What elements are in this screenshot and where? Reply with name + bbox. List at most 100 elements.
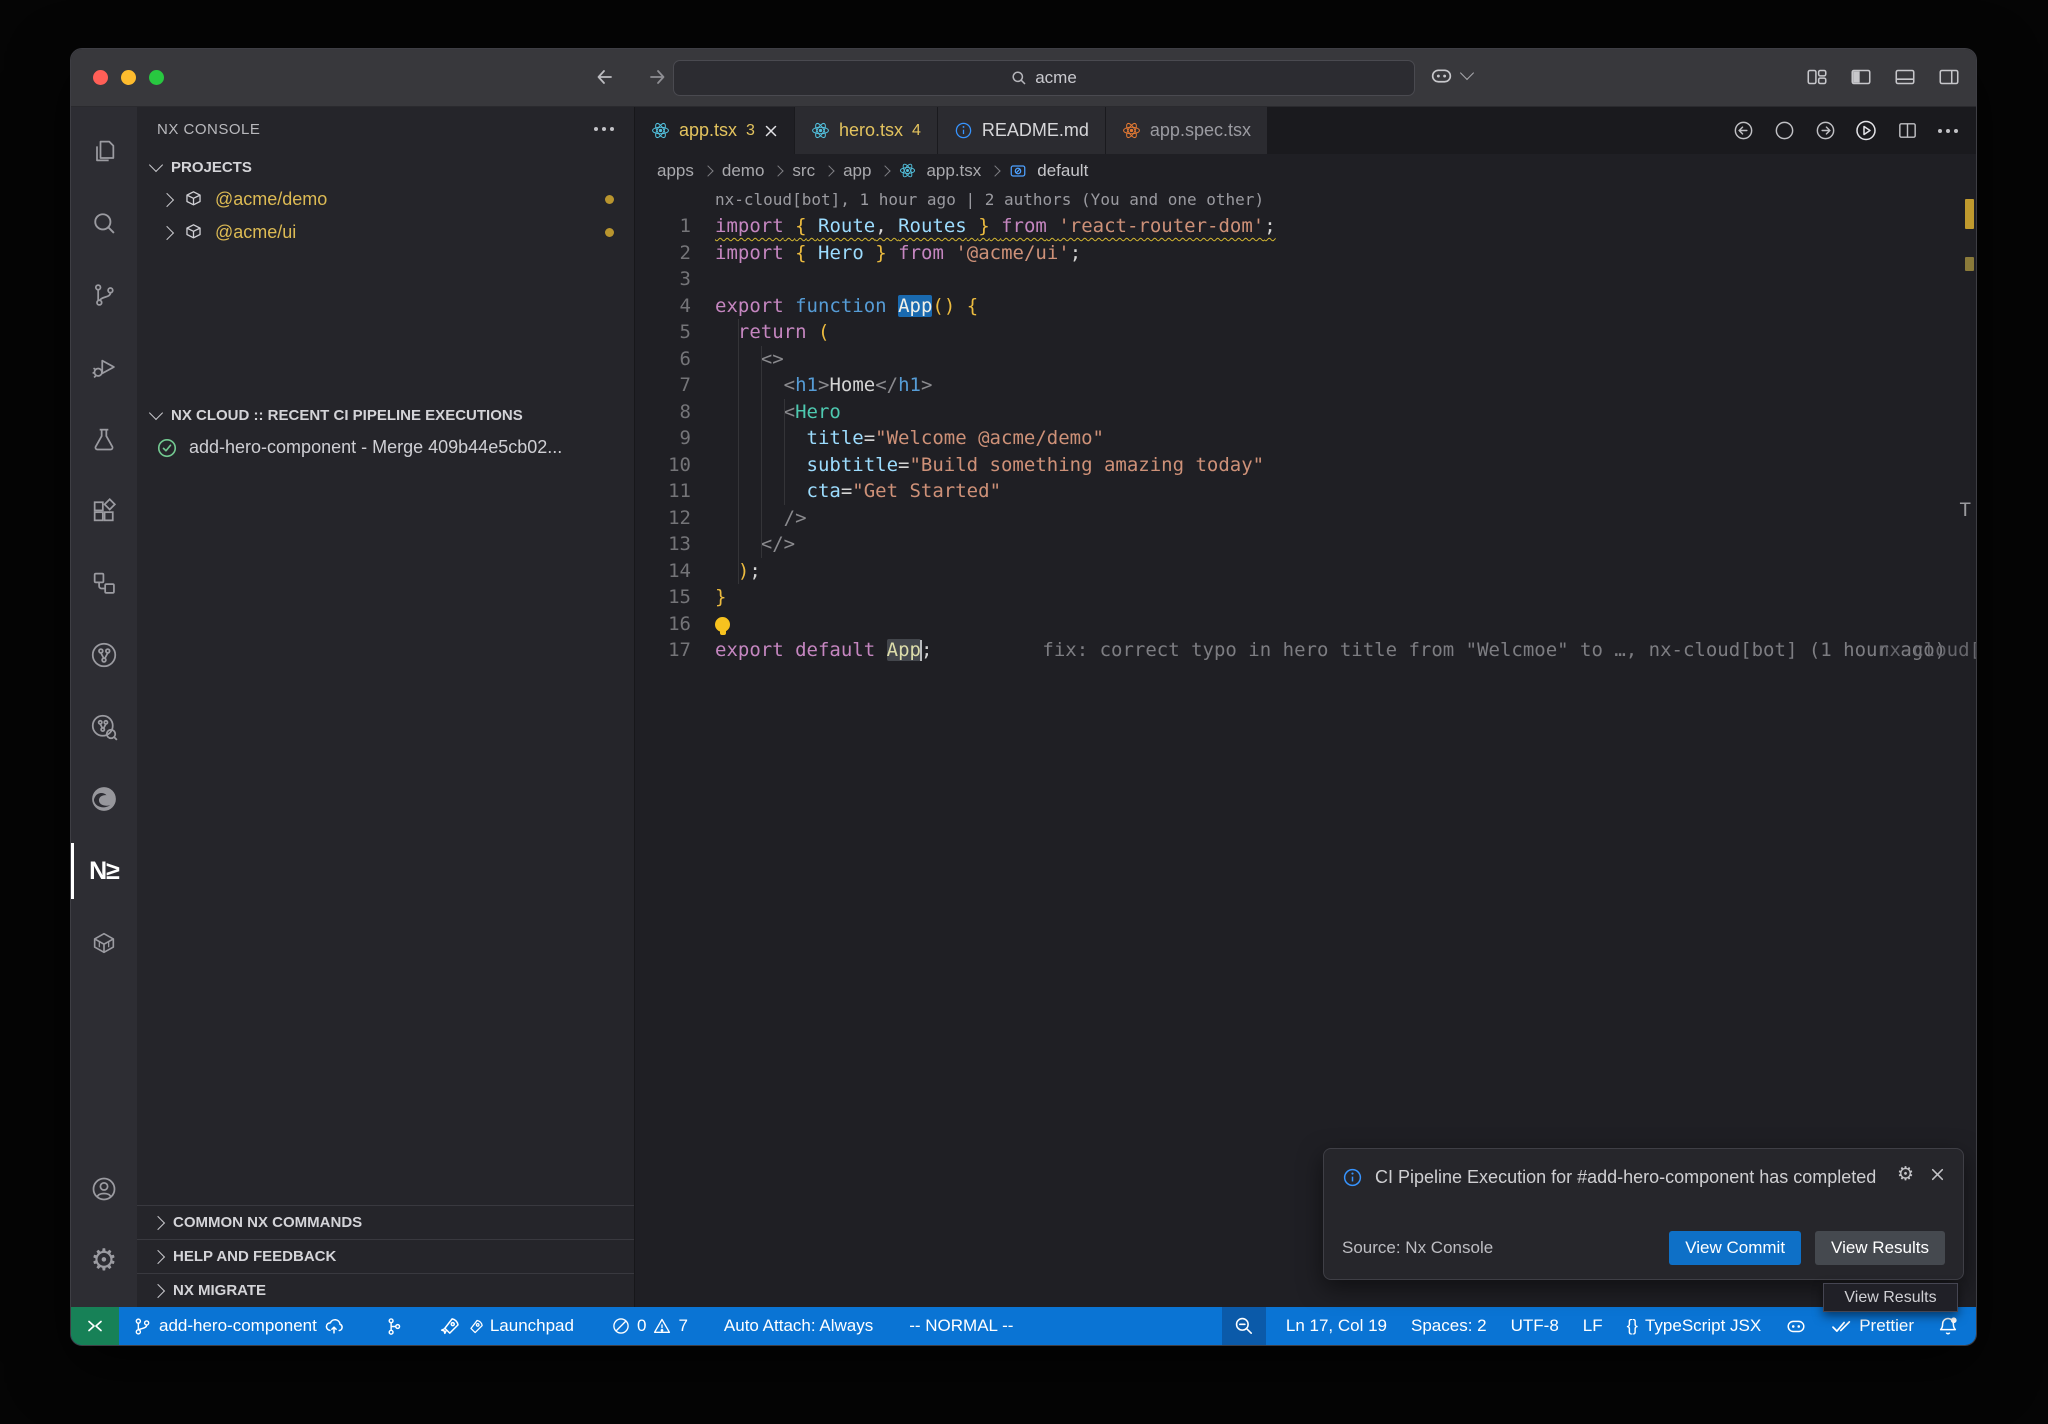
extensions-view-button[interactable] <box>71 475 137 547</box>
go-forward-button[interactable] <box>643 63 671 91</box>
quick-fix-lightbulb-icon[interactable] <box>715 617 730 632</box>
testing-view-button[interactable] <box>71 403 137 475</box>
section-projects[interactable]: PROJECTS <box>137 151 634 183</box>
view-results-button[interactable]: View Results <box>1815 1231 1945 1265</box>
code-line[interactable]: 15} <box>635 584 1976 611</box>
open-previous-change-button[interactable] <box>1731 119 1755 143</box>
containers-view-button[interactable] <box>71 907 137 979</box>
code-line[interactable]: 2import { Hero } from '@acme/ui'; <box>635 240 1976 267</box>
notifications-status-item[interactable] <box>1934 1307 1962 1345</box>
more-actions-button[interactable] <box>1936 119 1960 143</box>
code-line[interactable]: 14 ); <box>635 558 1976 585</box>
code-line[interactable]: 9 title="Welcome @acme/demo" <box>635 425 1976 452</box>
code-editor[interactable]: nx-cloud[bot], 1 hour ago | 2 authors (Y… <box>635 187 1976 1307</box>
run-debug-view-button[interactable] <box>71 331 137 403</box>
close-icon[interactable] <box>764 124 778 138</box>
view-commit-button[interactable]: View Commit <box>1669 1231 1801 1265</box>
cursor-position-status-item[interactable]: Ln 17, Col 19 <box>1282 1307 1391 1345</box>
code-line[interactable]: 16 <box>635 611 1976 638</box>
section-nx-migrate[interactable]: NX MIGRATE <box>137 1273 634 1307</box>
command-center-search[interactable]: acme <box>673 60 1415 96</box>
remote-indicator[interactable] <box>71 1307 119 1345</box>
pipeline-execution-item[interactable]: add-hero-component - Merge 409b44e5cb02.… <box>137 431 634 464</box>
chevron-down-icon <box>149 157 163 171</box>
code-line[interactable]: 3 <box>635 266 1976 293</box>
code-line[interactable]: 1import { Route, Routes } from 'react-ro… <box>635 213 1976 240</box>
toggle-panel-button[interactable] <box>1892 64 1918 90</box>
commit-search-view-button[interactable] <box>71 691 137 763</box>
section-common-nx-commands[interactable]: COMMON NX COMMANDS <box>137 1205 634 1239</box>
zoom-status-item[interactable] <box>1222 1307 1266 1345</box>
split-editor-button[interactable] <box>1895 119 1919 143</box>
copilot-status-item[interactable] <box>1781 1307 1811 1345</box>
customize-layout-button[interactable] <box>1804 64 1830 90</box>
nx-console-view-button[interactable]: N≥ <box>71 835 137 907</box>
code-line[interactable]: 11 cta="Get Started" <box>635 478 1976 505</box>
code-line[interactable]: 7 <h1>Home</h1> <box>635 372 1976 399</box>
edge-browser-view-button[interactable] <box>71 763 137 835</box>
code-token: App <box>887 639 921 661</box>
breadcrumb-item[interactable]: apps <box>657 161 694 181</box>
tab-readme-md[interactable]: README.md <box>938 107 1106 154</box>
more-actions-icon[interactable] <box>594 127 614 131</box>
notification-settings-button[interactable]: ⚙ <box>1897 1165 1914 1184</box>
line-number: 2 <box>635 240 691 267</box>
breadcrumb-item[interactable]: app.tsx <box>926 161 981 181</box>
encoding-status-item[interactable]: UTF-8 <box>1507 1307 1563 1345</box>
check-circle-icon <box>157 438 177 458</box>
problems-status-item[interactable]: 0 7 <box>608 1307 692 1345</box>
minimize-window-button[interactable] <box>121 70 136 85</box>
code-line[interactable]: 6 <> <box>635 346 1976 373</box>
project-item-acme-demo[interactable]: @acme/demo <box>137 183 634 216</box>
toggle-secondary-sidebar-button[interactable] <box>1936 64 1962 90</box>
tab-app-tsx[interactable]: app.tsx 3 <box>635 107 795 154</box>
branch-status-item[interactable]: add-hero-component <box>129 1307 348 1345</box>
code-line[interactable]: 4export function App() { <box>635 293 1976 320</box>
code-line[interactable]: 17export default App;fix: correct typo i… <box>635 637 1976 664</box>
explorer-view-button[interactable] <box>71 115 137 187</box>
overview-ruler-letter: T <box>1960 499 1971 521</box>
tab-app-spec-tsx[interactable]: app.spec.tsx <box>1106 107 1268 154</box>
eol-status-item[interactable]: LF <box>1579 1307 1607 1345</box>
rocket-pencil-icon <box>439 1316 459 1336</box>
launchpad-status-item[interactable]: Launchpad <box>435 1307 578 1345</box>
vim-mode-status-item[interactable]: -- NORMAL -- <box>905 1307 1017 1345</box>
breadcrumb-item[interactable]: app <box>843 161 871 181</box>
code-line[interactable]: 12 /> <box>635 505 1976 532</box>
close-window-button[interactable] <box>93 70 108 85</box>
breadcrumb-item[interactable]: demo <box>722 161 765 181</box>
project-item-acme-ui[interactable]: @acme/ui <box>137 216 634 249</box>
breadcrumb-item[interactable]: default <box>1037 161 1088 181</box>
view-results-tooltip: View Results <box>1823 1283 1958 1312</box>
search-view-button[interactable] <box>71 187 137 259</box>
formatter-status-item[interactable]: Prettier <box>1827 1307 1918 1345</box>
project-graph-view-button[interactable] <box>71 547 137 619</box>
run-file-button[interactable] <box>1854 119 1878 143</box>
commit-graph-view-button[interactable] <box>71 619 137 691</box>
section-help-and-feedback[interactable]: HELP AND FEEDBACK <box>137 1239 634 1273</box>
breadcrumb-item[interactable]: src <box>792 161 815 181</box>
accounts-button[interactable] <box>71 1153 137 1225</box>
line-number: 5 <box>635 319 691 346</box>
zoom-window-button[interactable] <box>149 70 164 85</box>
indentation-status-item[interactable]: Spaces: 2 <box>1407 1307 1491 1345</box>
git-graph-status-item[interactable] <box>380 1307 407 1345</box>
code-line[interactable]: 10 subtitle="Build something amazing tod… <box>635 452 1976 479</box>
toggle-primary-sidebar-button[interactable] <box>1848 64 1874 90</box>
open-next-change-button[interactable] <box>1813 119 1837 143</box>
toggle-annotations-button[interactable] <box>1772 119 1796 143</box>
close-icon[interactable] <box>1930 1167 1945 1182</box>
settings-button[interactable]: ⚙ <box>71 1225 137 1297</box>
go-back-button[interactable] <box>591 63 619 91</box>
section-nx-cloud[interactable]: NX CLOUD :: RECENT CI PIPELINE EXECUTION… <box>137 399 634 431</box>
source-control-view-button[interactable] <box>71 259 137 331</box>
copilot-menu[interactable] <box>1429 63 1472 88</box>
code-line[interactable]: 5 return ( <box>635 319 1976 346</box>
code-line[interactable]: 13 </> <box>635 531 1976 558</box>
code-token: > <box>921 374 932 396</box>
auto-attach-status-item[interactable]: Auto Attach: Always <box>720 1307 877 1345</box>
chevron-right-icon <box>990 165 1001 176</box>
language-status-item[interactable]: {} TypeScript JSX <box>1623 1307 1766 1345</box>
tab-hero-tsx[interactable]: hero.tsx 4 <box>795 107 938 154</box>
code-line[interactable]: 8 <Hero <box>635 399 1976 426</box>
